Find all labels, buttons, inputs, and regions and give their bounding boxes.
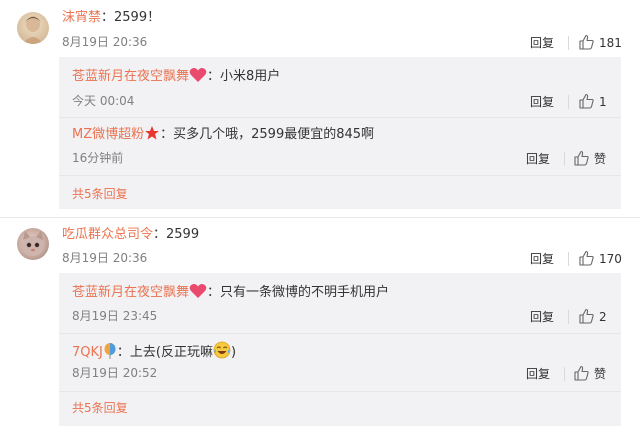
thumbs-up-icon[interactable] [573, 150, 589, 166]
thumbs-up-icon[interactable] [578, 250, 594, 266]
reply-username[interactable]: 苍蓝新月在夜空飘舞 [72, 285, 189, 300]
reply-text: ：只有一条微博的不明手机用户 [207, 285, 390, 300]
more-replies-link[interactable]: 共5条回复 [72, 186, 128, 202]
more-replies-link[interactable]: 共5条回复 [72, 400, 128, 416]
divider [568, 95, 569, 109]
laughing-crying-emoji-icon [213, 341, 231, 359]
reply-time: 8月19日 20:52 [72, 366, 158, 380]
reply-username[interactable]: MZ微博超粉 [72, 127, 144, 142]
thumbs-up-icon[interactable] [578, 93, 594, 109]
comment-text: ：2599 [153, 227, 200, 242]
reply-time: 今天 00:04 [72, 94, 135, 108]
comment-text: ：2599！ [101, 10, 161, 25]
heart-badge-icon [189, 68, 207, 82]
reply-button[interactable]: 回复 [530, 309, 554, 325]
reply-separator [59, 391, 621, 392]
divider [568, 36, 569, 50]
thumbs-up-icon[interactable] [578, 34, 594, 50]
comment-divider [0, 217, 640, 218]
divider [568, 310, 569, 324]
reply-username[interactable]: 苍蓝新月在夜空飘舞 [72, 69, 189, 84]
like-count: 2 [599, 310, 607, 324]
reply-time: 8月19日 23:45 [72, 309, 158, 323]
reply-button[interactable]: 回复 [526, 366, 550, 382]
reply-button[interactable]: 回复 [526, 151, 550, 167]
star-badge-icon [145, 126, 160, 140]
like-label[interactable]: 赞 [594, 151, 606, 167]
reply-button[interactable]: 回复 [530, 35, 554, 51]
reply-username[interactable]: 7QKJ [72, 345, 103, 360]
like-label[interactable]: 赞 [594, 366, 606, 382]
reply-button[interactable]: 回复 [530, 94, 554, 110]
comment-username[interactable]: 沫宵禁 [62, 10, 101, 25]
reply-text: ：上去(反正玩嘛 [116, 345, 213, 360]
balloon-badge-icon [104, 343, 116, 359]
like-count: 181 [599, 36, 622, 50]
divider [568, 252, 569, 266]
comment-time: 8月19日 20:36 [62, 251, 148, 265]
divider [564, 152, 565, 166]
reply-separator [59, 333, 621, 334]
avatar[interactable] [17, 228, 49, 260]
reply-separator [59, 175, 621, 176]
reply-time: 16分钟前 [72, 151, 124, 165]
reply-button[interactable]: 回复 [530, 251, 554, 267]
heart-badge-icon [189, 284, 207, 298]
reply-text: ：买多几个哦，2599最便宜的845啊 [160, 127, 375, 142]
thumbs-up-icon[interactable] [578, 308, 594, 324]
divider [564, 367, 565, 381]
reply-text: ：小米8用户 [207, 69, 281, 84]
comment-time: 8月19日 20:36 [62, 35, 148, 49]
avatar[interactable] [17, 12, 49, 44]
like-count: 1 [599, 95, 607, 109]
thumbs-up-icon[interactable] [573, 365, 589, 381]
reply-separator [59, 117, 621, 118]
comment-username[interactable]: 吃瓜群众总司令 [62, 227, 153, 242]
like-count: 170 [599, 252, 622, 266]
reply-text-end: ) [230, 345, 237, 360]
